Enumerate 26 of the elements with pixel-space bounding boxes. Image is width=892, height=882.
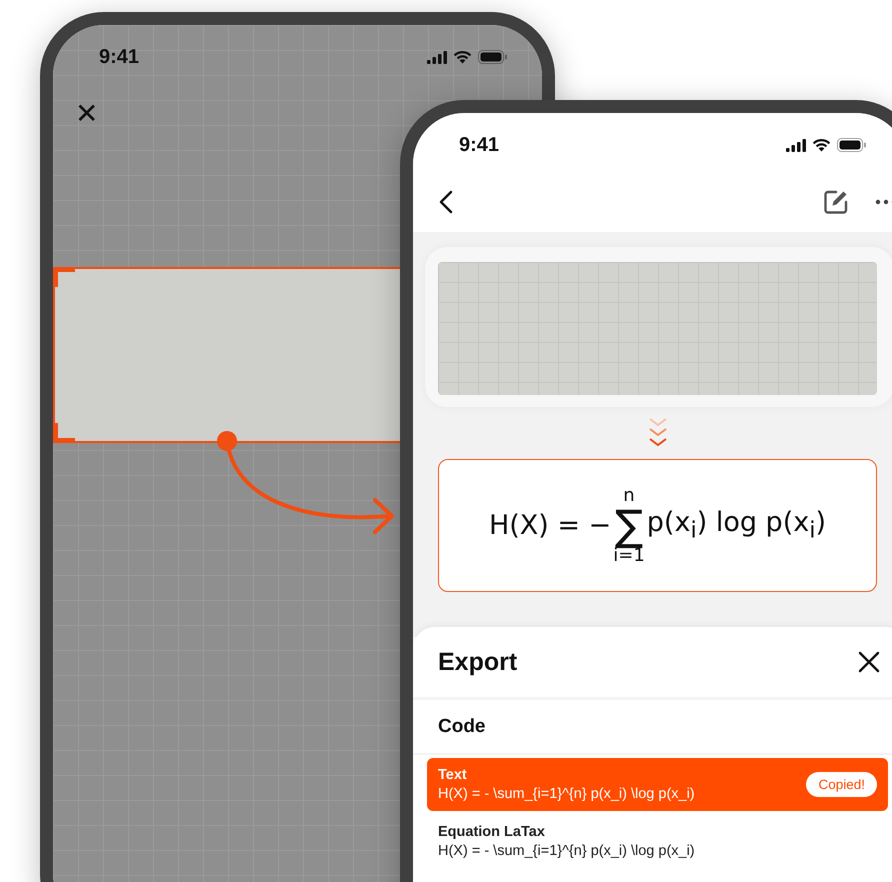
formula-text: H(X) = − — [488, 510, 612, 541]
export-option[interactable]: Equation LaTax H(X) = - \sum_{i=1}^{n} p(x_i) \log p(x_i) — [427, 815, 888, 868]
sheet-title: Export — [438, 648, 518, 676]
copied-badge: Copied! — [806, 772, 877, 797]
status-time: 9:41 — [99, 46, 140, 68]
status-time: 9:41 — [459, 134, 500, 156]
signal-icon — [427, 50, 447, 64]
option-title: Equation LaTax — [438, 824, 546, 840]
close-button[interactable] — [858, 651, 880, 673]
battery-icon — [478, 50, 508, 64]
sum-symbol: ∑ — [614, 504, 644, 546]
signal-icon — [786, 138, 806, 152]
wifi-icon — [812, 138, 831, 152]
sum-limit: n — [623, 486, 635, 504]
formula-text: p(x$_{i}$) log p(x$_{i}$) — [646, 507, 826, 544]
sum-limit: i=1 — [613, 546, 645, 564]
option-code: H(X) = - \sum_{i=1}^{n} p(x_i) \log p(x_i) — [438, 786, 695, 802]
back-button[interactable] — [439, 190, 453, 214]
export-option[interactable]: Text H(X) = - \sum_{i=1}^{n} p(x_i) \log p(x_i) Copied! — [427, 758, 888, 811]
option-code: H(X) = - \sum_{i=1}^{n} p(x_i) \log p(x_i) — [438, 843, 695, 859]
wifi-icon — [453, 50, 472, 64]
battery-icon — [837, 138, 867, 152]
close-button[interactable]: ✕ — [75, 100, 98, 128]
option-title: Text — [438, 767, 468, 783]
edit-button[interactable] — [823, 189, 849, 215]
section-label: Code — [413, 700, 892, 755]
